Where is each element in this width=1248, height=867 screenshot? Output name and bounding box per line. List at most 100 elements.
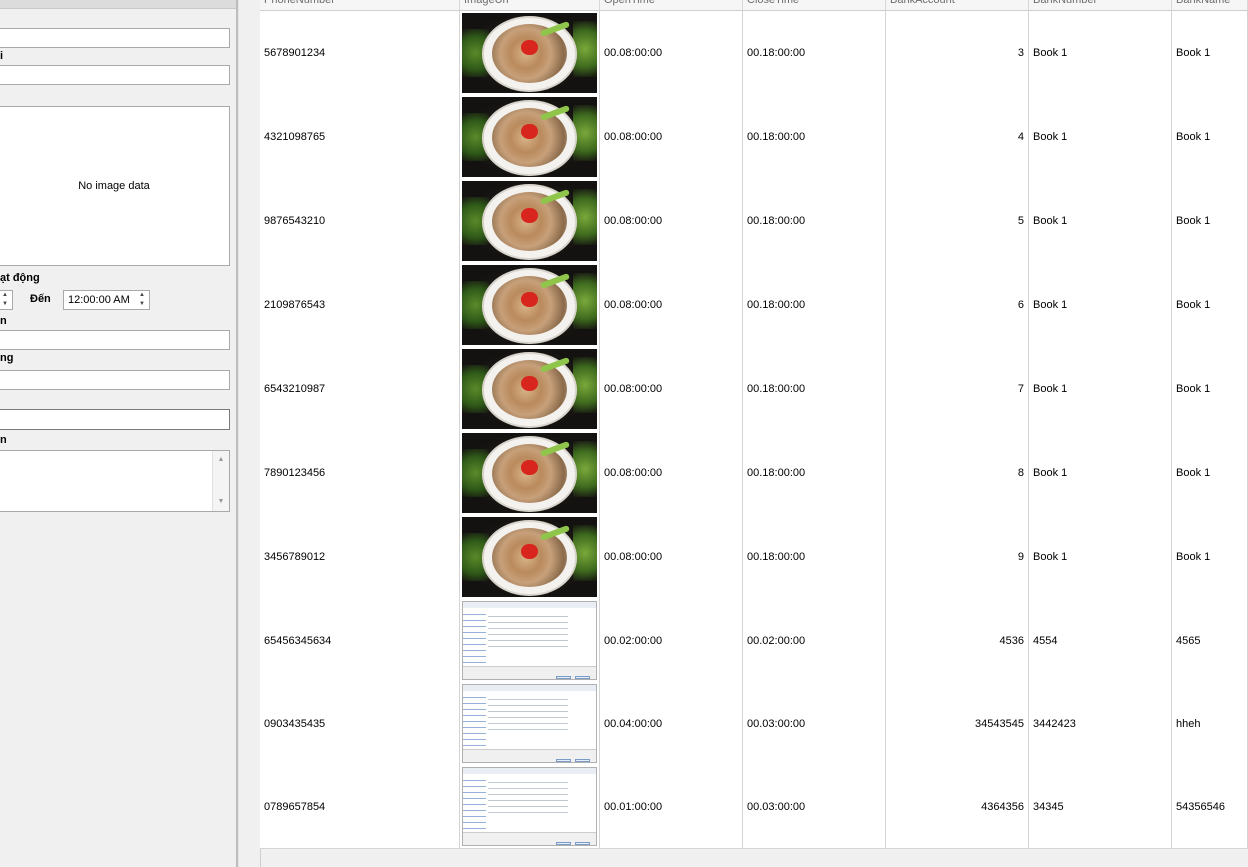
cell-bank-number[interactable]: Book 1 (1029, 431, 1172, 515)
cell-image[interactable] (460, 765, 600, 848)
text-field-1[interactable] (0, 28, 230, 48)
column-header-bank-name[interactable]: BankName (1172, 0, 1248, 10)
cell-open[interactable]: 00.04:00:00 (600, 682, 743, 765)
cell-image[interactable] (460, 11, 600, 95)
table-row[interactable]: 4321098765 00.08:00:00 00.18:00:00 4 Book 1B… (260, 95, 1248, 180)
cell-close[interactable]: 00.03:00:00 (743, 682, 886, 765)
cell-bank-number[interactable]: 4554 (1029, 599, 1172, 682)
cell-image[interactable] (460, 431, 600, 515)
memo-field[interactable]: ▲ ▼ (0, 450, 230, 512)
cell-bank-name[interactable]: Book 1 (1172, 263, 1248, 347)
cell-phone[interactable]: 65456345634 (260, 599, 460, 682)
cell-close[interactable]: 00.18:00:00 (743, 179, 886, 263)
table-row[interactable]: 0789657854 00.01:00:00 00.03:00:00 4364356 3… (260, 765, 1248, 849)
cell-phone[interactable]: 5678901234 (260, 11, 460, 95)
text-field-5[interactable] (0, 409, 230, 430)
cell-bank-account[interactable]: 9 (886, 515, 1029, 599)
cell-bank-account[interactable]: 5 (886, 179, 1029, 263)
cell-image[interactable] (460, 515, 600, 599)
cell-bank-name[interactable]: hheh (1172, 682, 1248, 765)
cell-close[interactable]: 00.18:00:00 (743, 347, 886, 431)
cell-phone[interactable]: 0903435435 (260, 682, 460, 765)
cell-image[interactable] (460, 682, 600, 765)
cell-bank-account[interactable]: 4536 (886, 599, 1029, 682)
cell-bank-name[interactable]: Book 1 (1172, 515, 1248, 599)
cell-open[interactable]: 00.08:00:00 (600, 263, 743, 347)
table-row[interactable]: 65456345634 00.02:00:00 00.02:00:00 4536 455… (260, 599, 1248, 683)
cell-image[interactable] (460, 599, 600, 682)
cell-bank-account[interactable]: 4 (886, 95, 1029, 179)
table-row[interactable]: 3456789012 00.08:00:00 00.18:00:00 9 Book 1B… (260, 515, 1248, 600)
table-row[interactable]: 7890123456 00.08:00:00 00.18:00:00 8 Book 1B… (260, 431, 1248, 516)
close-time-spinner[interactable]: 12:00:00 AM ▲ ▼ (63, 290, 150, 310)
image-picture-box[interactable]: No image data (0, 106, 230, 266)
cell-bank-account[interactable]: 8 (886, 431, 1029, 515)
table-row[interactable]: 2109876543 00.08:00:00 00.18:00:00 6 Book 1B… (260, 263, 1248, 348)
cell-phone[interactable]: 4321098765 (260, 95, 460, 179)
cell-open[interactable]: 00.08:00:00 (600, 347, 743, 431)
cell-bank-number[interactable]: Book 1 (1029, 515, 1172, 599)
cell-close[interactable]: 00.18:00:00 (743, 431, 886, 515)
cell-bank-number[interactable]: 34345 (1029, 765, 1172, 848)
cell-bank-number[interactable]: Book 1 (1029, 11, 1172, 95)
table-row[interactable]: 6543210987 00.08:00:00 00.18:00:00 7 Book 1B… (260, 347, 1248, 432)
cell-open[interactable]: 00.08:00:00 (600, 515, 743, 599)
cell-bank-name[interactable]: Book 1 (1172, 11, 1248, 95)
memo-scrollbar[interactable]: ▲ ▼ (212, 451, 229, 511)
cell-image[interactable] (460, 347, 600, 431)
text-field-2[interactable] (0, 65, 230, 85)
cell-bank-number[interactable]: Book 1 (1029, 179, 1172, 263)
cell-bank-name[interactable]: Book 1 (1172, 431, 1248, 515)
cell-image[interactable] (460, 263, 600, 347)
cell-bank-account[interactable]: 7 (886, 347, 1029, 431)
table-row[interactable]: 5678901234 00.08:00:00 00.18:00:00 3 Book 1B… (260, 11, 1248, 96)
cell-image[interactable] (460, 95, 600, 179)
cell-bank-account[interactable]: 34543545 (886, 682, 1029, 765)
cell-bank-account[interactable]: 3 (886, 11, 1029, 95)
cell-phone[interactable]: 9876543210 (260, 179, 460, 263)
text-field-4[interactable] (0, 370, 230, 390)
cell-close[interactable]: 00.02:00:00 (743, 599, 886, 682)
scroll-up-icon[interactable]: ▲ (213, 453, 229, 467)
column-header-phone[interactable]: PhoneNumber (260, 0, 460, 10)
cell-phone[interactable]: 2109876543 (260, 263, 460, 347)
cell-bank-number[interactable]: Book 1 (1029, 263, 1172, 347)
column-header-bank-account[interactable]: BankAccount (886, 0, 1029, 10)
column-header-open[interactable]: OpenTime (600, 0, 743, 10)
cell-image[interactable] (460, 179, 600, 263)
cell-bank-name[interactable]: 54356546 (1172, 765, 1248, 848)
cell-bank-name[interactable]: Book 1 (1172, 95, 1248, 179)
open-time-spinner[interactable]: ▲ ▼ (0, 290, 13, 310)
cell-bank-number[interactable]: 3442423 (1029, 682, 1172, 765)
cell-close[interactable]: 00.18:00:00 (743, 95, 886, 179)
cell-open[interactable]: 00.02:00:00 (600, 599, 743, 682)
column-header-close[interactable]: CloseTime (743, 0, 886, 10)
cell-close[interactable]: 00.18:00:00 (743, 11, 886, 95)
cell-bank-name[interactable]: Book 1 (1172, 347, 1248, 431)
cell-open[interactable]: 00.01:00:00 (600, 765, 743, 848)
cell-open[interactable]: 00.08:00:00 (600, 95, 743, 179)
cell-bank-account[interactable]: 4364356 (886, 765, 1029, 848)
column-header-image[interactable]: ImageUrl (460, 0, 600, 10)
cell-open[interactable]: 00.08:00:00 (600, 431, 743, 515)
cell-close[interactable]: 00.03:00:00 (743, 765, 886, 848)
cell-close[interactable]: 00.18:00:00 (743, 515, 886, 599)
cell-phone[interactable]: 0789657854 (260, 765, 460, 848)
cell-bank-number[interactable]: Book 1 (1029, 95, 1172, 179)
cell-open[interactable]: 00.08:00:00 (600, 179, 743, 263)
cell-close[interactable]: 00.18:00:00 (743, 263, 886, 347)
cell-bank-account[interactable]: 6 (886, 263, 1029, 347)
cell-phone[interactable]: 3456789012 (260, 515, 460, 599)
table-row[interactable]: 9876543210 00.08:00:00 00.18:00:00 5 Book 1B… (260, 179, 1248, 264)
column-header-bank-number[interactable]: BankNumber (1029, 0, 1172, 10)
spin-arrows-icon[interactable]: ▲ ▼ (137, 291, 147, 309)
data-grid[interactable]: PhoneNumber ImageUrl OpenTime CloseTime Bank… (239, 0, 1248, 867)
cell-phone[interactable]: 6543210987 (260, 347, 460, 431)
text-field-3[interactable] (0, 330, 230, 350)
spin-arrows-icon[interactable]: ▲ ▼ (0, 291, 10, 309)
cell-bank-name[interactable]: 4565 (1172, 599, 1248, 682)
cell-bank-number[interactable]: Book 1 (1029, 347, 1172, 431)
cell-phone[interactable]: 7890123456 (260, 431, 460, 515)
scroll-down-icon[interactable]: ▼ (213, 495, 229, 509)
table-row[interactable]: 0903435435 00.04:00:00 00.03:00:00 34543545… (260, 682, 1248, 766)
